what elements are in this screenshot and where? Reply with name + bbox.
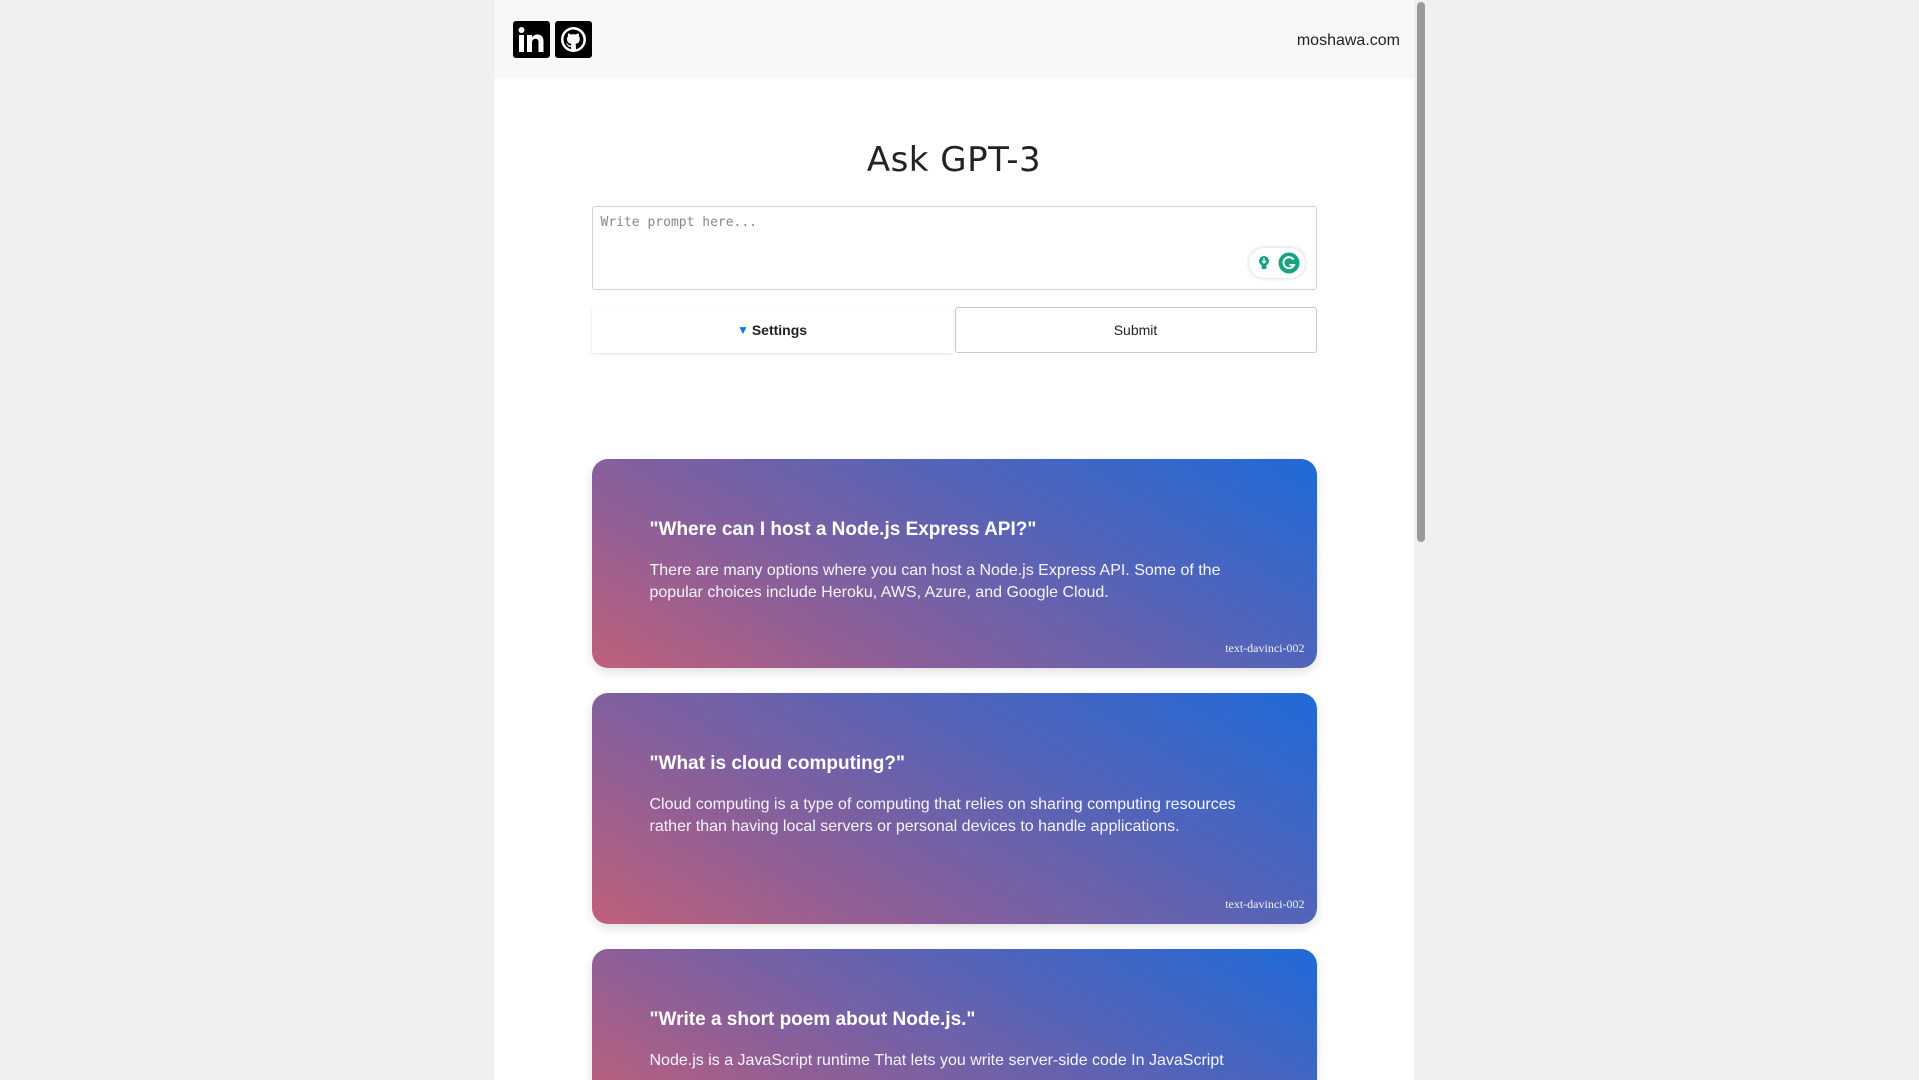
result-question: "Write a short poem about Node.js."	[649, 1009, 976, 1030]
result-card: "Write a short poem about Node.js." Node…	[591, 949, 1317, 1080]
site-link[interactable]: moshawa.com	[1297, 32, 1400, 50]
grammarly-icon[interactable]	[1278, 252, 1300, 274]
controls-row: ▼ Settings Submit	[591, 307, 1317, 353]
result-model: text-davinci-002	[1225, 897, 1305, 911]
result-question: "What is cloud computing?"	[649, 753, 906, 774]
settings-toggle[interactable]: ▼ Settings	[591, 307, 953, 353]
result-question: "Where can I host a Node.js Express API?…	[649, 519, 1037, 540]
scrollbar-thumb[interactable]	[1417, 2, 1425, 542]
results-list: "Where can I host a Node.js Express API?…	[591, 459, 1317, 1080]
result-answer: There are many options where you can hos…	[649, 562, 1221, 601]
lightbulb-icon[interactable]	[1254, 253, 1274, 273]
page-title: Ask GPT-3	[866, 140, 1042, 180]
result-card: "What is cloud computing?" Cloud computi…	[591, 693, 1317, 924]
result-answer: Node.js is a JavaScript runtime That let…	[649, 1052, 1224, 1069]
social-links	[513, 20, 592, 58]
github-icon[interactable]	[555, 20, 592, 58]
result-answer: Cloud computing is a type of computing t…	[649, 796, 1236, 835]
triangle-down-icon: ▼	[736, 323, 749, 337]
writing-assistant-widget[interactable]	[1248, 248, 1305, 278]
settings-label: Settings	[751, 322, 808, 338]
submit-button[interactable]: Submit	[954, 307, 1317, 353]
page: moshawa.com Ask GPT-3 ▼ Settings Submit …	[494, 0, 1414, 1080]
scrollbar[interactable]	[1414, 0, 1428, 1080]
result-card: "Where can I host a Node.js Express API?…	[591, 459, 1317, 668]
result-model: text-davinci-002	[1225, 641, 1305, 655]
linkedin-icon[interactable]	[513, 20, 550, 58]
prompt-container	[591, 206, 1317, 290]
header: moshawa.com	[494, 0, 1414, 78]
prompt-input[interactable]	[591, 206, 1317, 290]
